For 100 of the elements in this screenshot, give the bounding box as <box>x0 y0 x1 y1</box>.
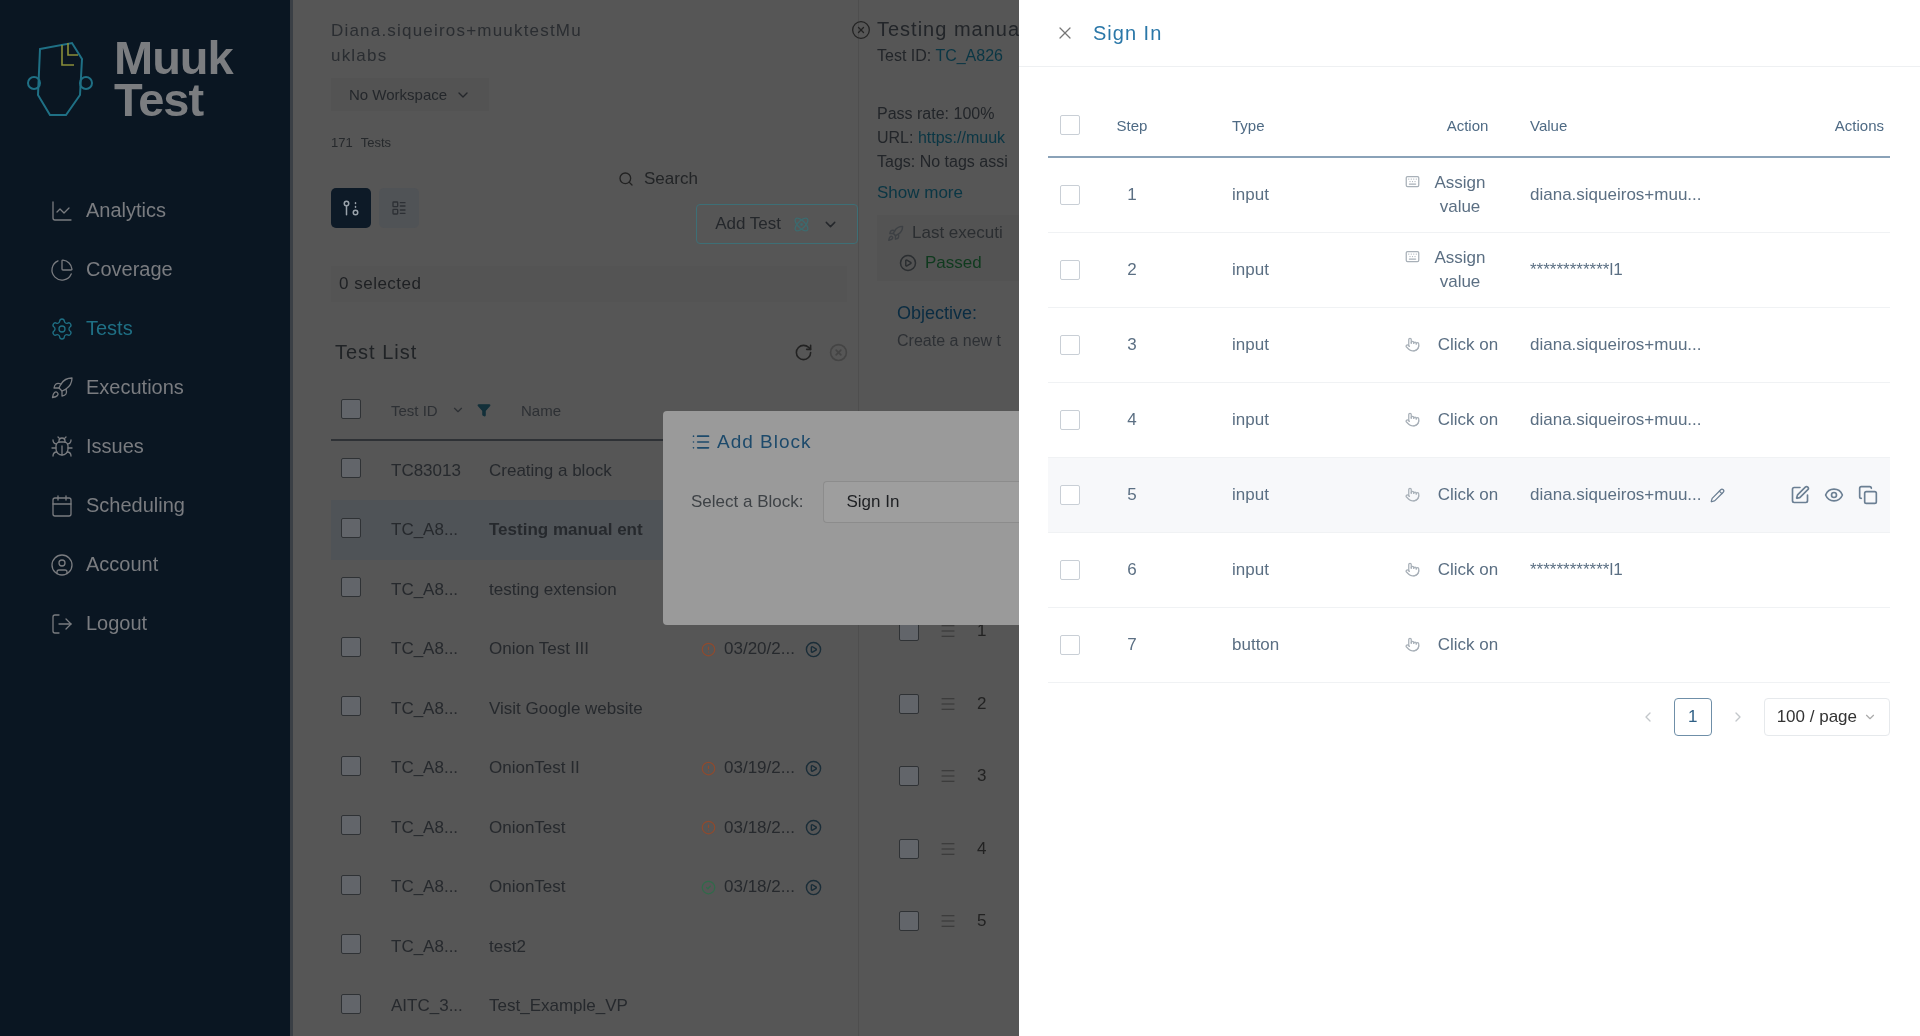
calendar-icon <box>50 493 74 518</box>
play-icon[interactable] <box>899 254 917 272</box>
pointer-icon <box>1405 562 1420 577</box>
checkbox[interactable] <box>341 755 361 776</box>
copy-icon[interactable] <box>1858 485 1878 505</box>
keyboard-icon <box>1405 174 1420 189</box>
checkbox[interactable] <box>341 934 361 955</box>
checkbox[interactable] <box>341 398 361 419</box>
keyboard-icon <box>1405 249 1420 264</box>
view-toggle-button[interactable] <box>379 188 419 228</box>
table-cell-text: Click on <box>1436 634 1500 656</box>
table-cell: diana.siqueiros+muu... <box>1530 335 1702 355</box>
column-header: Step <box>1115 116 1149 134</box>
filter-icon[interactable] <box>477 403 491 418</box>
play-icon[interactable] <box>804 878 822 896</box>
pointer-icon <box>1405 337 1420 352</box>
table-cell: diana.siqueiros+muu... <box>1530 185 1702 205</box>
refresh-icon[interactable] <box>794 342 813 362</box>
pie-chart-icon <box>50 257 74 282</box>
drawer-title: Sign In <box>1093 21 1163 45</box>
pencil-icon[interactable] <box>1709 487 1725 503</box>
logo-text: Test <box>114 79 204 122</box>
checkbox[interactable] <box>899 911 919 932</box>
table-cell-text: input <box>1232 410 1270 430</box>
table-cell-text: button <box>1232 635 1281 655</box>
checkbox[interactable] <box>899 838 919 859</box>
pointer-icon <box>1405 637 1420 652</box>
warning-icon <box>701 820 716 836</box>
column-header: Value <box>1530 116 1569 134</box>
edit-icon[interactable] <box>1790 485 1810 505</box>
page-size-select[interactable]: 100 / page <box>1763 698 1890 736</box>
play-icon[interactable] <box>804 759 822 777</box>
column-header: Type <box>1232 116 1266 134</box>
sidebar-item[interactable]: Coverage <box>50 251 290 288</box>
checkbox[interactable] <box>341 458 361 479</box>
play-icon[interactable] <box>804 819 822 837</box>
checkbox[interactable] <box>341 874 361 895</box>
checkbox[interactable] <box>341 577 361 598</box>
pointer-icon <box>1405 487 1420 502</box>
table-cell-text: Click on <box>1436 409 1500 431</box>
settings-icon <box>50 316 74 341</box>
sidebar-item[interactable]: Scheduling <box>50 487 290 524</box>
eye-icon[interactable] <box>1824 485 1844 505</box>
flow-icon <box>342 199 360 217</box>
table-cell: ************l1 <box>1530 560 1623 580</box>
user-icon <box>50 552 74 577</box>
checkbox[interactable] <box>341 993 361 1014</box>
sidebar-item[interactable]: Tests <box>50 310 290 347</box>
table-cell-text: 5 <box>1126 485 1138 505</box>
search-icon <box>618 171 634 187</box>
rocket-icon <box>50 375 74 400</box>
close-circle-icon[interactable] <box>851 19 871 40</box>
sidebar-item[interactable]: Analytics <box>50 192 290 229</box>
step-row[interactable]: 5 input Click on diana.siqueiros+muu... <box>1048 458 1890 533</box>
checkbox[interactable] <box>899 693 919 714</box>
check-circle-icon <box>701 879 716 895</box>
table-cell-text: Assign value <box>1433 172 1487 218</box>
objective-label: Objective: <box>897 303 979 324</box>
block-select[interactable]: Sign In <box>823 481 1019 523</box>
table-cell-text: 2 <box>1126 260 1138 280</box>
table-cell: diana.siqueiros+muu... <box>1530 485 1702 505</box>
result-status: Passed <box>925 253 982 273</box>
table-cell: ************l1 <box>1530 260 1623 280</box>
table-cell-text: 3 <box>1126 335 1138 355</box>
checkbox[interactable] <box>341 636 361 657</box>
checkbox[interactable] <box>341 517 361 538</box>
table-cell-text: input <box>1232 335 1270 355</box>
list-icon <box>391 200 407 216</box>
dialog-title: Add Block <box>717 431 812 453</box>
bug-icon <box>50 434 74 459</box>
warning-icon <box>701 641 716 657</box>
page-button[interactable]: 1 <box>1673 698 1712 736</box>
table-cell-text: input <box>1232 560 1270 580</box>
checkbox[interactable] <box>899 766 919 787</box>
table-cell-text: input <box>1232 185 1270 205</box>
atom-icon <box>793 215 810 233</box>
table-cell-text: Click on <box>1436 559 1500 581</box>
logo-text: Muuk <box>114 36 233 79</box>
table-cell-text: 4 <box>1126 410 1138 430</box>
sidebar-item[interactable]: Executions <box>50 369 290 406</box>
table-cell-text: 6 <box>1126 560 1138 580</box>
view-toggle-button[interactable] <box>331 188 371 228</box>
logout-icon <box>50 611 74 636</box>
column-header: Actions <box>1833 116 1885 134</box>
table-cell-text: input <box>1232 260 1270 280</box>
sidebar-item[interactable]: Issues <box>50 428 290 465</box>
table-cell-text: Assign value <box>1433 247 1487 293</box>
sidebar-item[interactable]: Account <box>50 546 290 583</box>
list-icon <box>691 432 711 452</box>
sidebar-item[interactable]: Logout <box>50 605 290 642</box>
checkbox[interactable] <box>341 815 361 836</box>
column-header: Action <box>1445 116 1490 134</box>
checkbox[interactable] <box>341 696 361 717</box>
table-cell-text: Click on <box>1436 484 1500 506</box>
table-cell-text: Click on <box>1436 334 1500 356</box>
play-icon[interactable] <box>804 640 822 658</box>
pointer-icon <box>1405 412 1420 427</box>
table-cell: diana.siqueiros+muu... <box>1530 410 1702 430</box>
table-cell-text: input <box>1232 485 1270 505</box>
table-cell-text: 1 <box>1126 185 1138 205</box>
